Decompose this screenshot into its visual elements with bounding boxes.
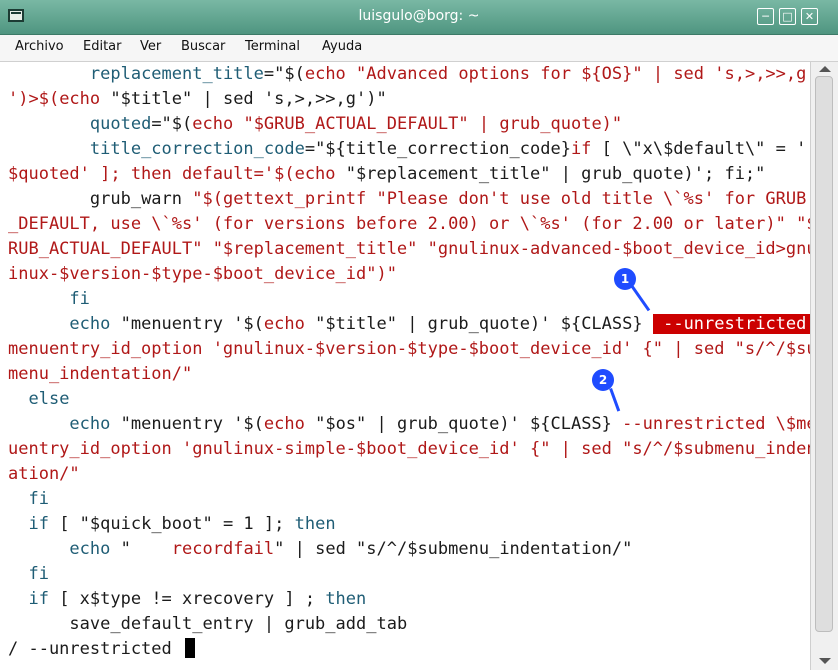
terminal-line: title_correction_code="${title_correctio… <box>8 137 806 162</box>
window-title: luisgulo@borg: ~ <box>358 8 480 24</box>
terminal-line: fi <box>8 287 90 312</box>
code-token: RUB_ACTUAL_DEFAULT" "$replacement_title"… <box>8 239 810 259</box>
code-token: _DEFAULT, use \`%s' (for versions before… <box>8 214 810 234</box>
terminal-line: uentry_id_option 'gnulinux-simple-$boot_… <box>8 437 810 462</box>
terminal-line: _DEFAULT, use \`%s' (for versions before… <box>8 212 810 237</box>
marker-1: 1 <box>614 268 636 290</box>
window-titlebar[interactable]: luisgulo@borg: ~ ─ □ ✕ <box>0 0 838 35</box>
code-token: ation/" <box>8 464 80 484</box>
terminal-line: menu_indentation/" <box>8 362 192 387</box>
code-token: --unrestricted \$men <box>622 414 810 434</box>
text-cursor <box>185 638 195 658</box>
terminal-line: if [ "$quick_boot" = 1 ]; then <box>8 512 336 537</box>
terminal-line: ation/" <box>8 462 80 487</box>
vertical-scrollbar[interactable] <box>810 62 838 670</box>
minimize-button[interactable]: ─ <box>757 8 774 25</box>
menu-buscar[interactable]: Buscar <box>181 39 225 54</box>
terminal-output[interactable]: replacement_title="$(echo "Advanced opti… <box>0 62 810 670</box>
close-button[interactable]: ✕ <box>801 8 818 25</box>
terminal-line: / --unrestricted <box>8 637 195 662</box>
code-token: ="$( <box>263 64 305 84</box>
code-token: if <box>28 514 49 534</box>
terminal-line: replacement_title="$(echo "Advanced opti… <box>8 62 806 87</box>
code-token: title_correction_code <box>89 139 305 159</box>
code-token: " <box>110 539 172 559</box>
code-token: "$title" | grub_quote)' ${CLASS} <box>304 314 653 334</box>
code-token: [ \"x\$default\" = ' <box>591 139 807 159</box>
code-token: echo <box>192 114 234 134</box>
terminal-line: else <box>8 387 69 412</box>
menu-editar[interactable]: Editar <box>83 39 122 54</box>
code-token: $quoted' ]; then default='$( <box>8 164 295 184</box>
terminal-line: echo "menuentry '$(echo "$title" | grub_… <box>8 312 810 337</box>
terminal-window: luisgulo@borg: ~ ─ □ ✕ Archivo Editar Ve… <box>0 0 838 670</box>
terminal-line: grub_warn "$(gettext_printf "Please don'… <box>8 187 806 212</box>
menu-ayuda[interactable]: Ayuda <box>322 39 362 54</box>
terminal-line: inux-$version-$type-$boot_device_id")" <box>8 262 397 287</box>
maximize-button[interactable]: □ <box>779 8 796 25</box>
code-token: " | sed "s/^/$submenu_indentation/" <box>274 539 633 559</box>
code-token: echo <box>69 314 111 334</box>
code-token: echo <box>69 414 111 434</box>
code-token: "$(gettext_printf "Please don't use old … <box>192 189 807 209</box>
code-token: ="${title_correction_code} <box>304 139 571 159</box>
code-token: fi <box>28 489 49 509</box>
code-token: quoted <box>89 114 152 134</box>
terminal-line: echo "menuentry '$(echo "$os" | grub_quo… <box>8 412 810 437</box>
code-token: grub_warn <box>89 189 193 209</box>
code-token: "$os" | grub_quote)' ${CLASS} <box>304 414 623 434</box>
highlighted-flag: --unrestricted <box>652 314 810 334</box>
terminal-line: fi <box>8 487 49 512</box>
code-token: if <box>28 589 49 609</box>
terminal-line: echo " recordfail" | sed "s/^/$submenu_i… <box>8 537 632 562</box>
terminal-line: quoted="$(echo "$GRUB_ACTUAL_DEFAULT" | … <box>8 112 622 137</box>
code-token: then <box>294 514 336 534</box>
terminal-line: if [ x$type != xrecovery ] ; then <box>8 587 366 612</box>
code-token: save_default_entry | grub_add_tab <box>69 614 408 634</box>
code-token: "menuentry '$( <box>110 414 264 434</box>
code-token: echo <box>294 164 336 184</box>
code-token: else <box>28 389 70 409</box>
code-token: echo <box>304 64 346 84</box>
code-token: if <box>570 139 592 159</box>
code-token: inux-$version-$type-$boot_device_id")" <box>8 264 397 284</box>
terminal-line: menuentry_id_option 'gnulinux-$version-$… <box>8 337 810 362</box>
code-token: echo <box>263 314 305 334</box>
code-token: / --unrestricted <box>8 639 182 659</box>
terminal-line: fi <box>8 562 49 587</box>
code-token: "$GRUB_ACTUAL_DEFAULT" | grub_quote)" <box>233 114 623 134</box>
code-token: "Advanced options for ${OS}" | sed 's,>,… <box>345 64 807 84</box>
code-token: echo <box>59 89 101 109</box>
menu-terminal[interactable]: Terminal <box>245 39 300 54</box>
terminal-line: $quoted' ]; then default='$(echo "$repla… <box>8 162 765 187</box>
code-token: recordfail <box>171 539 275 559</box>
code-token: [ "$quick_boot" = 1 ]; <box>48 514 295 534</box>
scroll-down-icon[interactable] <box>819 658 831 664</box>
code-token: ="$( <box>151 114 193 134</box>
scroll-up-icon[interactable] <box>819 66 831 72</box>
code-token: [ x$type != xrecovery ] ; <box>48 589 326 609</box>
terminal-line: ')>$(echo "$title" | sed 's,>,>>,g')" <box>8 87 387 112</box>
code-token: fi <box>69 289 90 309</box>
code-token: "$replacement_title" | grub_quote)'; fi;… <box>335 164 766 184</box>
code-token: then <box>325 589 367 609</box>
code-token: echo <box>69 539 111 559</box>
code-token: ')>$( <box>8 89 60 109</box>
code-token: fi <box>28 564 49 584</box>
menu-bar: Archivo Editar Ver Buscar Terminal Ayuda <box>0 35 838 62</box>
terminal-line: save_default_entry | grub_add_tab <box>8 612 407 637</box>
code-token: menuentry_id_option 'gnulinux-$version-$… <box>8 339 810 359</box>
menu-ver[interactable]: Ver <box>140 39 161 54</box>
menu-archivo[interactable]: Archivo <box>15 39 64 54</box>
code-token: "menuentry '$( <box>110 314 264 334</box>
code-token: menu_indentation/" <box>8 364 193 384</box>
scrollbar-thumb[interactable] <box>815 76 833 632</box>
marker-2: 2 <box>592 369 614 391</box>
code-token: replacement_title <box>89 64 264 84</box>
terminal-line: RUB_ACTUAL_DEFAULT" "$replacement_title"… <box>8 237 810 262</box>
code-token: uentry_id_option 'gnulinux-simple-$boot_… <box>8 439 810 459</box>
code-token: "$title" | sed 's,>,>>,g')" <box>100 89 387 109</box>
code-token: echo <box>263 414 305 434</box>
